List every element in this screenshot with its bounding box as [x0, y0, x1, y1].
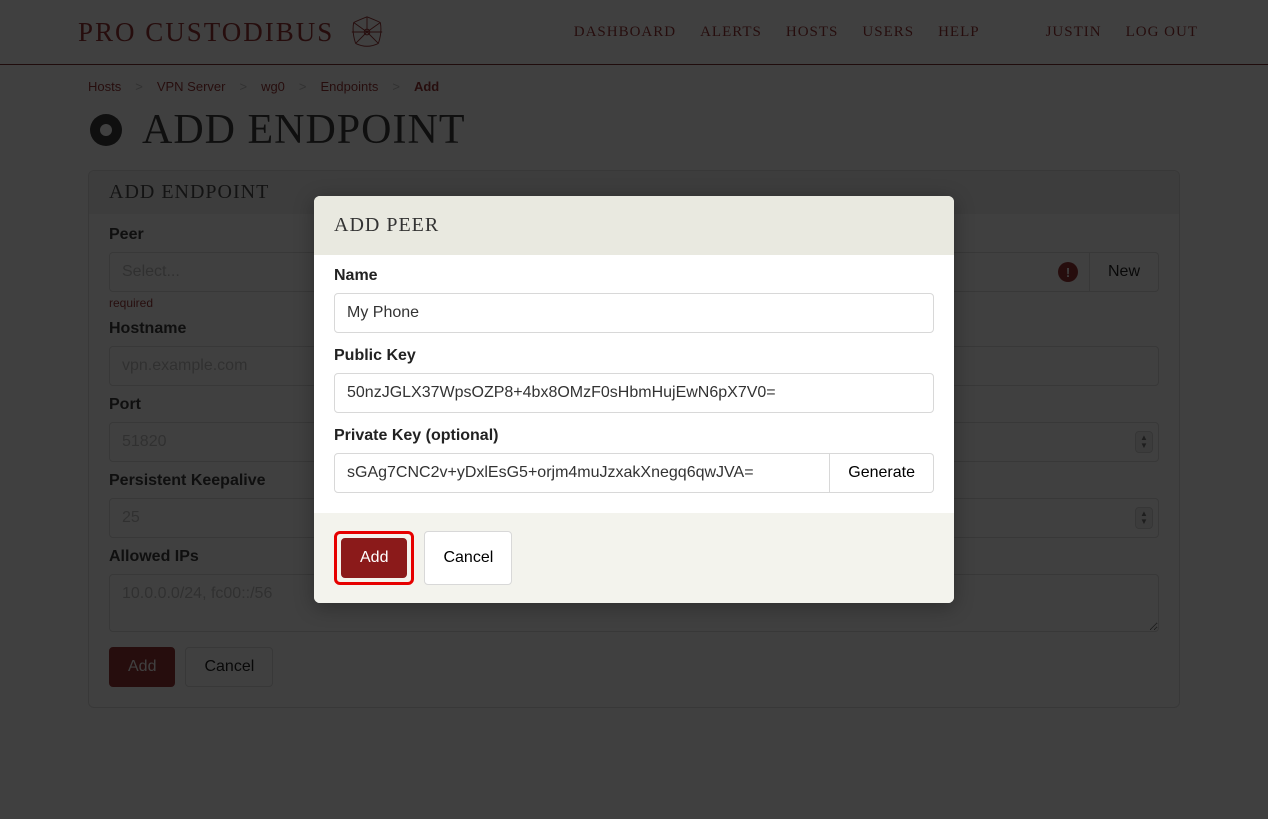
- peer-name-label: Name: [334, 267, 934, 285]
- generate-key-button[interactable]: Generate: [830, 453, 934, 493]
- private-key-label: Private Key (optional): [334, 427, 934, 445]
- peer-cancel-button[interactable]: Cancel: [424, 531, 512, 585]
- modal-title: ADD PEER: [314, 196, 954, 255]
- add-peer-modal: ADD PEER Name Public Key Private Key (op…: [314, 196, 954, 603]
- modal-overlay: ADD PEER Name Public Key Private Key (op…: [0, 0, 1268, 819]
- private-key-input[interactable]: [334, 453, 830, 493]
- public-key-input[interactable]: [334, 373, 934, 413]
- peer-add-button[interactable]: Add: [341, 538, 407, 578]
- add-button-highlight: Add: [334, 531, 414, 585]
- public-key-label: Public Key: [334, 347, 934, 365]
- peer-name-input[interactable]: [334, 293, 934, 333]
